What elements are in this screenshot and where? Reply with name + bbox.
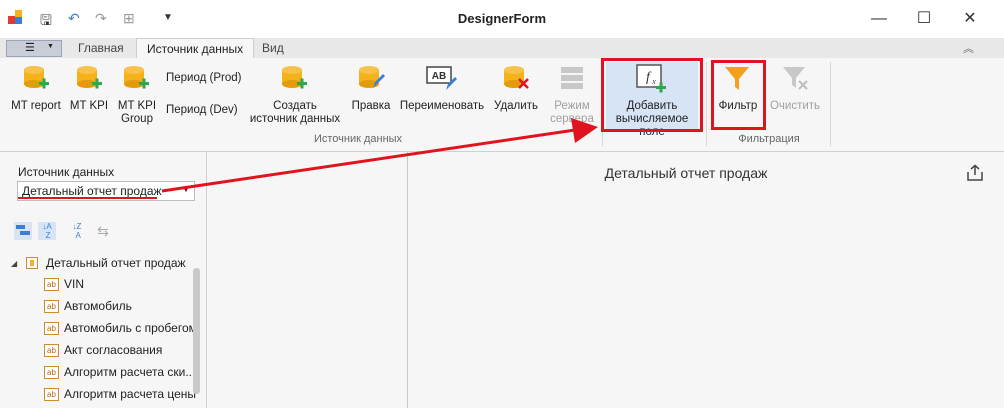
annotation-arrow bbox=[161, 118, 598, 193]
